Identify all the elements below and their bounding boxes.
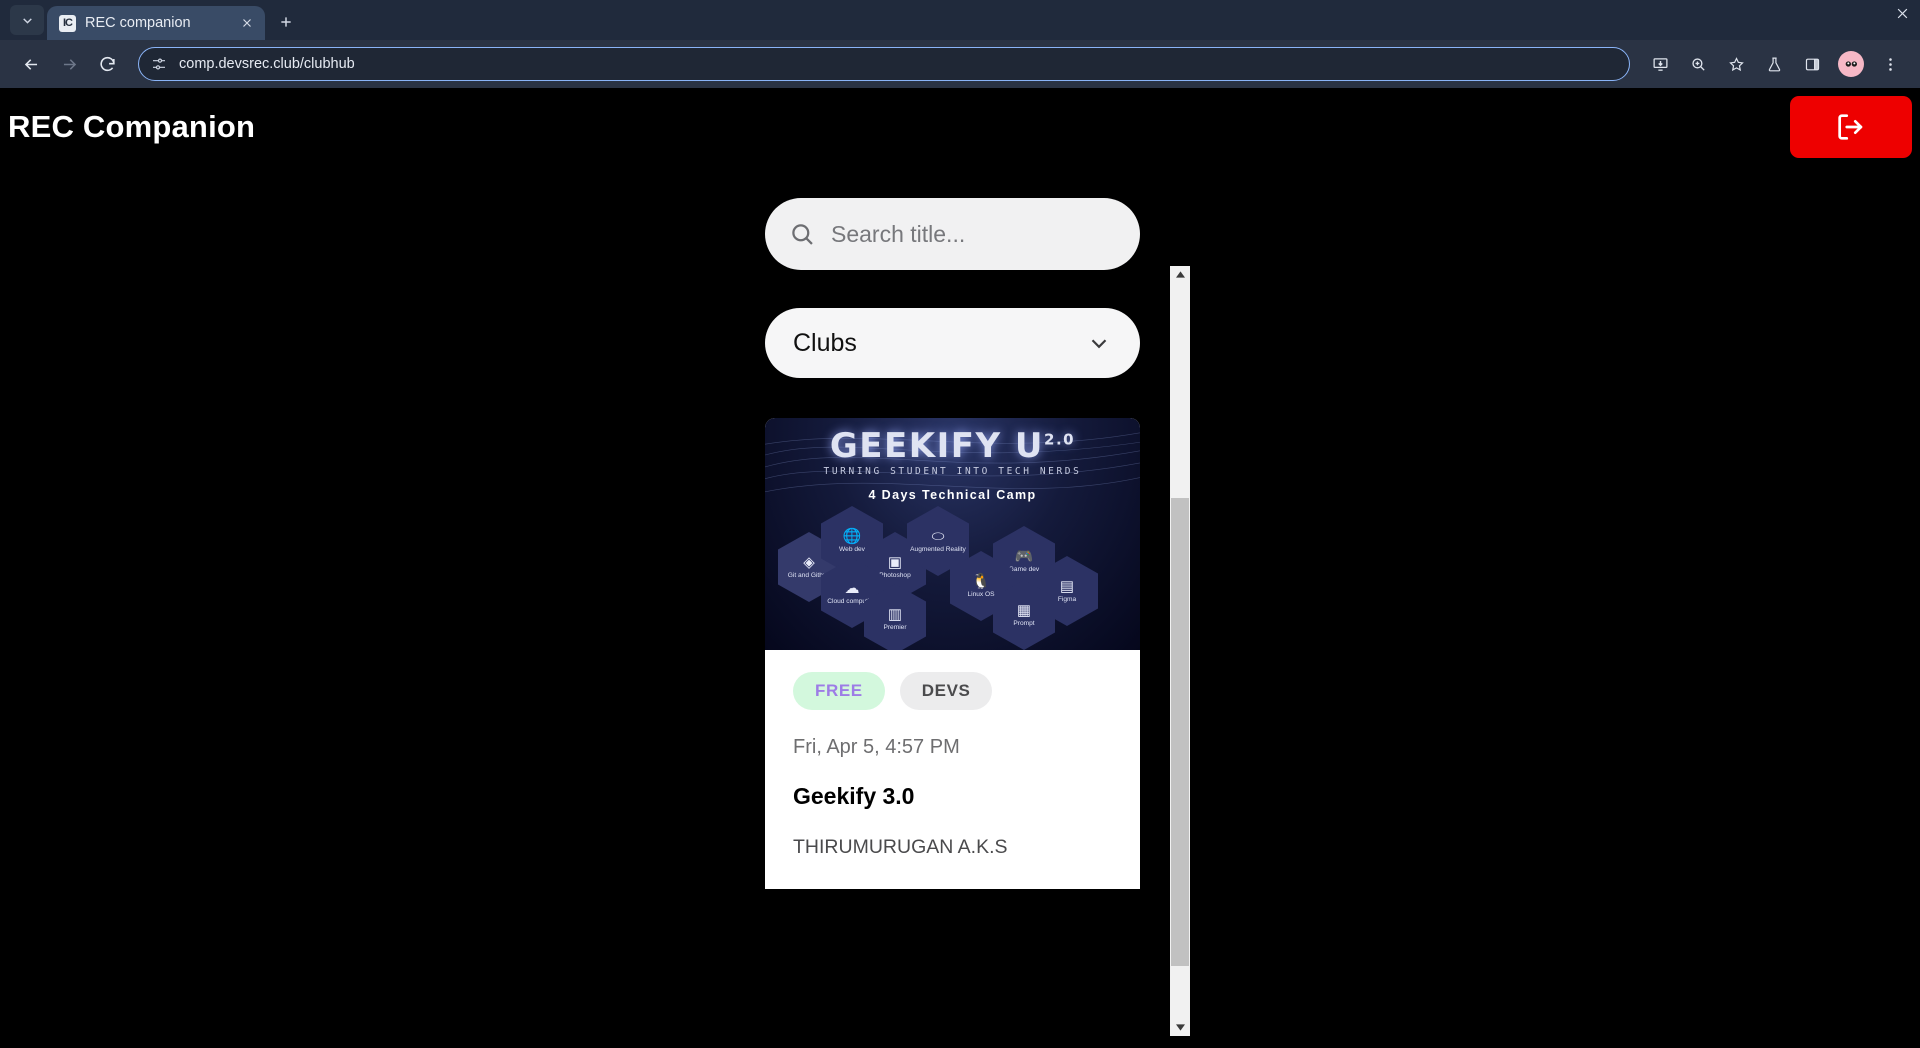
- app-header: REC Companion: [0, 88, 1920, 166]
- gamedev-icon: 🎮: [1014, 547, 1034, 565]
- page-title: REC Companion: [8, 109, 256, 144]
- event-poster-image: GEEKIFY U2.0 TURNING STUDENT INTO TECH N…: [765, 418, 1140, 650]
- event-card[interactable]: GEEKIFY U2.0 TURNING STUDENT INTO TECH N…: [765, 418, 1140, 889]
- poster-title-text: GEEKIFY U: [829, 426, 1045, 466]
- rec-companion-favicon-icon: IC: [59, 14, 76, 32]
- bookmark-star-icon[interactable]: [1720, 48, 1752, 80]
- reload-icon: [99, 56, 115, 71]
- poster-topic-label: Game dev: [1008, 565, 1040, 573]
- poster-topic-label: Linux OS: [967, 590, 995, 598]
- content-area: Search title... Clubs GEEKIFY U2.0 TURNI…: [0, 166, 1920, 1048]
- close-icon[interactable]: [237, 13, 257, 33]
- toolbar-icon-group: [1644, 48, 1906, 80]
- ar-icon: ⬭: [931, 527, 945, 545]
- logout-icon: [1838, 114, 1863, 140]
- poster-tagline: 4 Days Technical Camp: [868, 488, 1037, 502]
- address-bar[interactable]: comp.devsrec.club/clubhub: [138, 47, 1630, 81]
- poster-title-superscript: 2.0: [1044, 430, 1076, 449]
- chevron-down-icon: [22, 17, 32, 24]
- club-filter-select[interactable]: Clubs: [765, 308, 1140, 378]
- cloud-icon: ☁: [844, 579, 860, 597]
- poster-topic-label: Figma: [1057, 595, 1077, 603]
- url-text: comp.devsrec.club/clubhub: [179, 56, 355, 72]
- event-card-body: FREE DEVS Fri, Apr 5, 4:57 PM Geekify 3.…: [765, 650, 1140, 889]
- git-icon: ◈: [803, 553, 815, 571]
- linux-tux-icon: 🐧: [971, 572, 991, 590]
- event-title: Geekify 3.0: [793, 783, 915, 809]
- side-panel-icon[interactable]: [1796, 48, 1828, 80]
- poster-title: GEEKIFY U2.0: [765, 426, 1140, 466]
- prompt-icon: ▦: [1016, 601, 1032, 619]
- event-badges: FREE DEVS: [793, 672, 1112, 710]
- poster-subtitle: TURNING STUDENT INTO TECH NERDS: [823, 466, 1082, 477]
- page-scrollbar[interactable]: [1170, 266, 1190, 1036]
- install-app-icon[interactable]: [1644, 48, 1676, 80]
- forward-button[interactable]: [52, 47, 86, 81]
- profile-avatar-icon[interactable]: [1838, 51, 1864, 77]
- logout-button[interactable]: [1790, 96, 1912, 158]
- globe-icon: 🌐: [842, 527, 862, 545]
- back-button[interactable]: [14, 47, 48, 81]
- poster-topic-label: Web dev: [839, 545, 865, 553]
- browser-toolbar: comp.devsrec.club/clubhub: [0, 40, 1920, 88]
- tab-search-button[interactable]: [10, 5, 44, 35]
- browser-tab[interactable]: IC REC companion: [47, 6, 265, 40]
- tab-title: REC companion: [85, 15, 191, 31]
- status-badge-club: DEVS: [899, 672, 993, 710]
- scroll-up-arrow-icon[interactable]: [1170, 266, 1190, 283]
- page-settings-icon[interactable]: [151, 56, 167, 72]
- experiments-flask-icon[interactable]: [1758, 48, 1790, 80]
- poster-topic-label: Prompt: [1013, 619, 1035, 627]
- poster-topic-label: Premier: [883, 623, 907, 631]
- web-app: REC Companion Search title... Clubs GEEK…: [0, 88, 1920, 1048]
- reload-button[interactable]: [90, 47, 124, 81]
- feed-column: Search title... Clubs GEEKIFY U2.0 TURNI…: [765, 166, 1140, 889]
- club-filter-value: Clubs: [793, 328, 857, 357]
- poster-topic-hexgrid: ◈ Git and Github 🌐 Web dev ▣ Photoshop ⬭…: [765, 506, 1140, 650]
- search-icon: [792, 223, 813, 245]
- poster-topic-label: Photoshop: [879, 571, 911, 579]
- search-placeholder: Search title...: [831, 220, 966, 247]
- window-controls: [1895, 6, 1910, 21]
- photoshop-icon: ▣: [887, 553, 903, 571]
- bottom-navigation-bar: Home Clubhub REC 360: [660, 1043, 1260, 1048]
- zoom-icon[interactable]: [1682, 48, 1714, 80]
- browser-chrome: IC REC companion comp.devsrec.club/clubh…: [0, 0, 1920, 88]
- poster-topic-label: Augmented Reality: [910, 545, 966, 553]
- scrollbar-track[interactable]: [1170, 283, 1190, 1019]
- tab-strip: IC REC companion: [0, 0, 1920, 40]
- new-tab-button[interactable]: [271, 7, 301, 37]
- figma-icon: ▤: [1059, 577, 1075, 595]
- event-organizer: THIRUMURUGAN A.K.S: [793, 836, 1008, 858]
- three-dot-menu-icon[interactable]: [1874, 48, 1906, 80]
- status-badge-price: FREE: [793, 672, 885, 710]
- scroll-down-arrow-icon[interactable]: [1170, 1019, 1190, 1036]
- plus-icon: [281, 17, 291, 27]
- arrow-back-icon: [24, 58, 37, 70]
- search-input[interactable]: Search title...: [765, 198, 1140, 270]
- chevron-down-icon: [1091, 339, 1107, 349]
- event-datetime: Fri, Apr 5, 4:57 PM: [793, 736, 960, 758]
- arrow-forward-icon: [63, 58, 76, 70]
- window-close-icon[interactable]: [1895, 6, 1910, 21]
- premiere-icon: ▥: [887, 605, 903, 623]
- scrollbar-thumb[interactable]: [1171, 498, 1189, 966]
